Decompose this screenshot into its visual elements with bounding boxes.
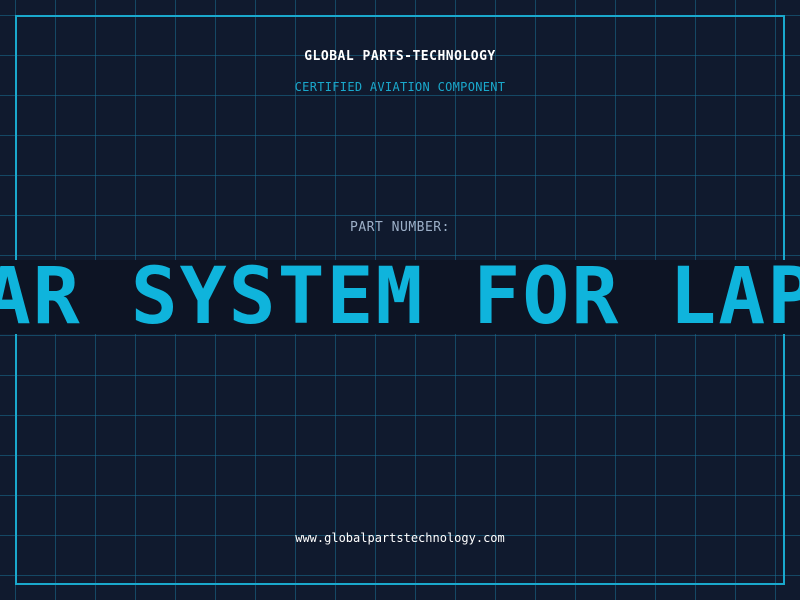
- part-number-band: RADAR SYSTEM FOR LAPTOP: [0, 260, 800, 334]
- certificate-page: GLOBAL PARTS-TECHNOLOGY CERTIFIED AVIATI…: [0, 0, 800, 600]
- part-number-label: PART NUMBER:: [350, 220, 450, 235]
- part-number-value: RADAR SYSTEM FOR LAPTOP: [0, 260, 800, 334]
- brand-name: GLOBAL PARTS-TECHNOLOGY: [304, 49, 496, 64]
- brand-tagline: CERTIFIED AVIATION COMPONENT: [294, 80, 506, 94]
- website-url: www.globalpartstechnology.com: [295, 531, 505, 545]
